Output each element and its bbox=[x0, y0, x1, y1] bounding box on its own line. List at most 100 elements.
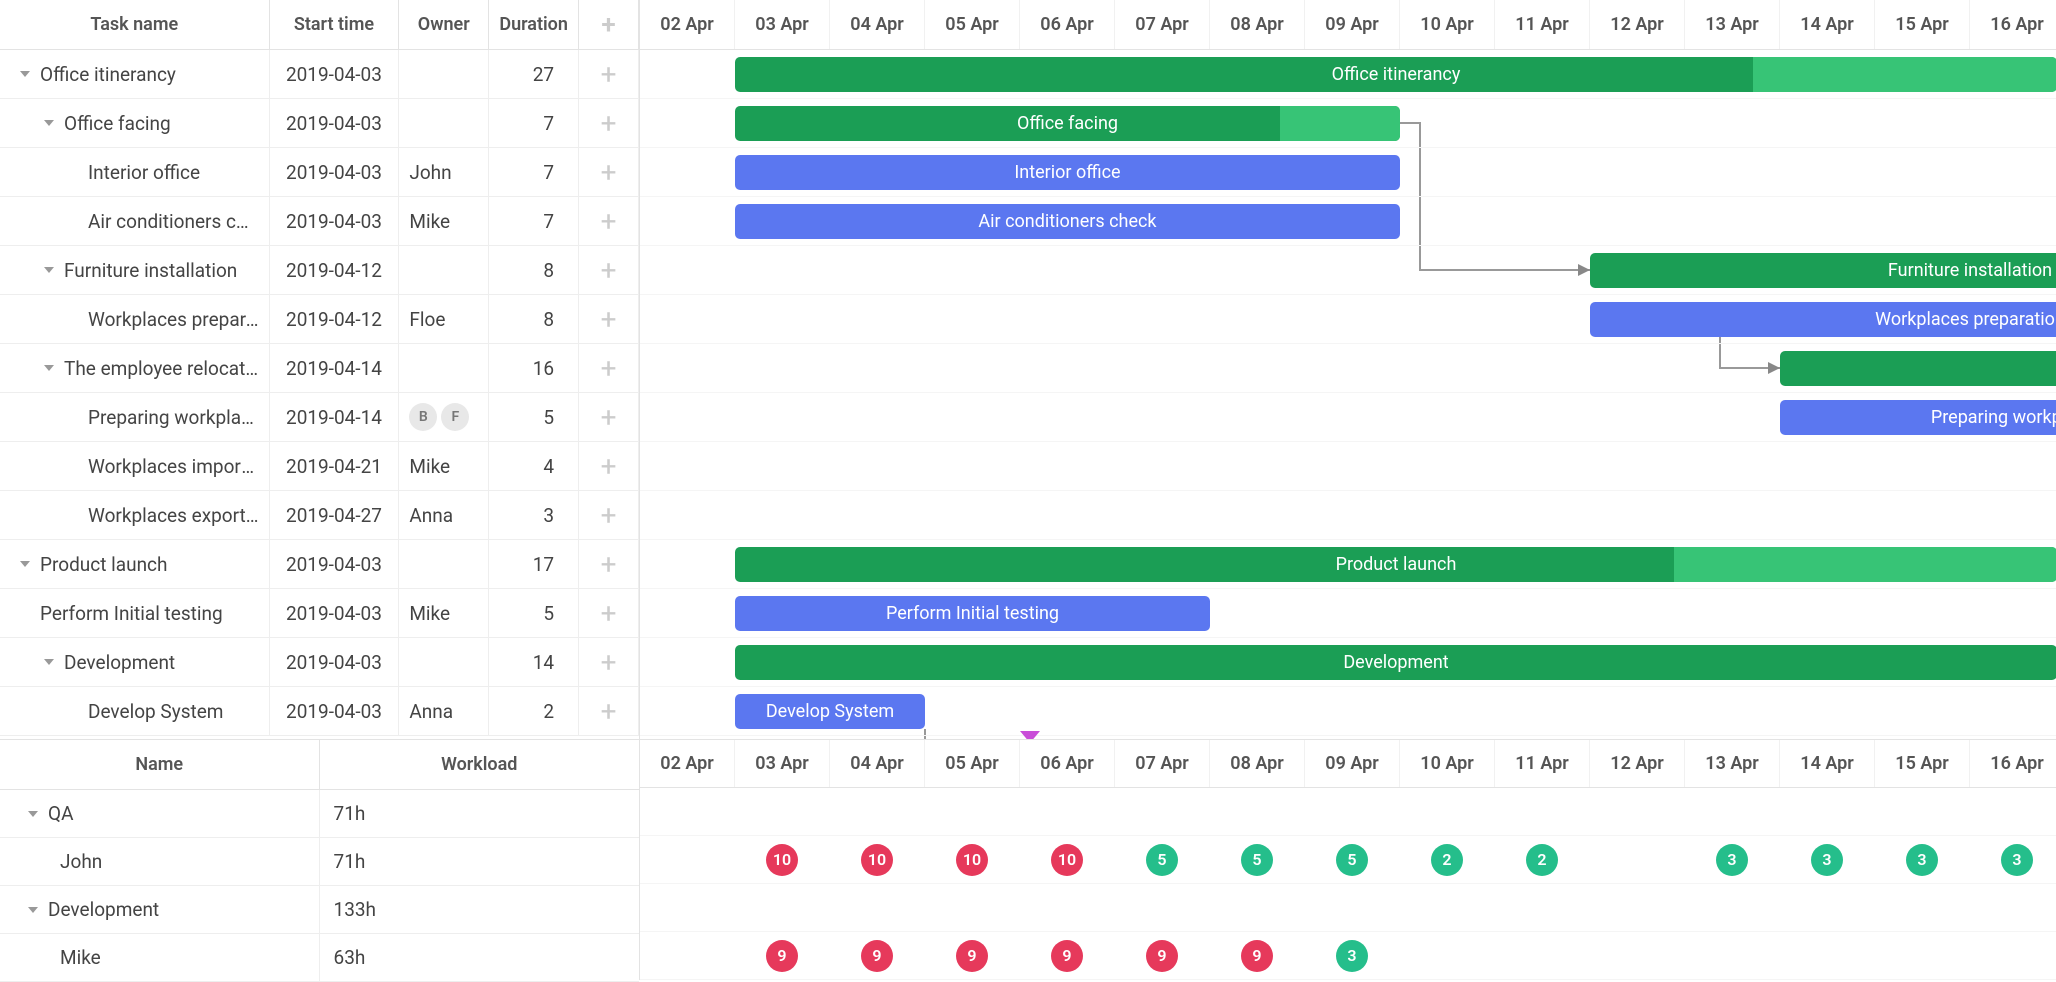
workload-cell[interactable] bbox=[735, 884, 830, 931]
workload-chip[interactable]: 10 bbox=[1051, 844, 1083, 876]
task-row[interactable]: Office facing2019-04-037+ bbox=[0, 99, 639, 148]
add-task-button[interactable]: + bbox=[579, 393, 639, 441]
workload-group-row[interactable]: Development133h bbox=[0, 886, 639, 934]
workload-cell[interactable] bbox=[1115, 788, 1210, 835]
workload-chip[interactable]: 3 bbox=[1811, 844, 1843, 876]
workload-chip[interactable]: 9 bbox=[861, 940, 893, 972]
workload-cell[interactable]: 9 bbox=[1210, 932, 1305, 979]
workload-cell[interactable] bbox=[1210, 884, 1305, 931]
workload-chip[interactable]: 3 bbox=[2001, 844, 2033, 876]
workload-chip[interactable]: 3 bbox=[1716, 844, 1748, 876]
workload-chip[interactable]: 5 bbox=[1146, 844, 1178, 876]
col-header-name[interactable]: Task name bbox=[0, 0, 270, 49]
workload-timeline[interactable]: 02 Apr03 Apr04 Apr05 Apr06 Apr07 Apr08 A… bbox=[640, 740, 2056, 980]
workload-chip[interactable]: 2 bbox=[1431, 844, 1463, 876]
workload-cell[interactable] bbox=[1590, 788, 1685, 835]
workload-chip[interactable]: 5 bbox=[1336, 844, 1368, 876]
task-bar[interactable]: Develop System bbox=[735, 694, 925, 729]
add-task-button[interactable]: + bbox=[579, 344, 639, 392]
add-task-button[interactable]: + bbox=[579, 148, 639, 196]
workload-cell[interactable] bbox=[925, 788, 1020, 835]
chevron-down-icon[interactable] bbox=[20, 561, 30, 567]
workload-cell[interactable] bbox=[830, 788, 925, 835]
workload-cell[interactable]: 5 bbox=[1210, 836, 1305, 883]
timeline-row[interactable]: Furniture installation bbox=[640, 246, 2056, 295]
workload-cell[interactable] bbox=[1400, 788, 1495, 835]
timeline-row[interactable]: Office facing bbox=[640, 99, 2056, 148]
workload-timeline-row[interactable]: 10101010555223333 bbox=[640, 836, 2056, 884]
workload-cell[interactable] bbox=[1305, 884, 1400, 931]
chevron-down-icon[interactable] bbox=[44, 659, 54, 665]
workload-timeline-row[interactable] bbox=[640, 788, 2056, 836]
group-bar[interactable]: Furniture installation bbox=[1590, 253, 2056, 288]
workload-cell[interactable]: 3 bbox=[1780, 836, 1875, 883]
workload-cell[interactable] bbox=[1780, 932, 1875, 979]
workload-timeline-row[interactable] bbox=[640, 884, 2056, 932]
workload-chip[interactable]: 9 bbox=[1146, 940, 1178, 972]
add-task-button[interactable]: + bbox=[579, 50, 639, 98]
timeline-row[interactable] bbox=[640, 344, 2056, 393]
chevron-down-icon[interactable] bbox=[44, 365, 54, 371]
workload-cell[interactable] bbox=[640, 884, 735, 931]
timeline-row[interactable] bbox=[640, 491, 2056, 540]
workload-cell[interactable] bbox=[640, 836, 735, 883]
workload-cell[interactable]: 2 bbox=[1495, 836, 1590, 883]
workload-cell[interactable] bbox=[1970, 932, 2056, 979]
group-bar[interactable]: Product launch bbox=[735, 547, 2056, 582]
workload-chip[interactable]: 10 bbox=[861, 844, 893, 876]
workload-timeline-body[interactable]: 101010105552233339999993 bbox=[640, 788, 2056, 980]
task-bar[interactable]: Preparing workplaces bbox=[1780, 400, 2056, 435]
workload-cell[interactable]: 3 bbox=[1685, 836, 1780, 883]
chevron-down-icon[interactable] bbox=[44, 120, 54, 126]
group-bar[interactable]: Office itinerancy bbox=[735, 57, 2056, 92]
workload-cell[interactable] bbox=[735, 788, 830, 835]
task-row[interactable]: Workplaces exportation2019-04-27Anna3+ bbox=[0, 491, 639, 540]
col-header-start[interactable]: Start time bbox=[270, 0, 400, 49]
group-bar[interactable] bbox=[1780, 351, 2056, 386]
add-task-button[interactable]: + bbox=[579, 540, 639, 588]
timeline-row[interactable]: Product launch bbox=[640, 540, 2056, 589]
task-row[interactable]: Preparing workplaces2019-04-14BF5+ bbox=[0, 393, 639, 442]
workload-cell[interactable]: 10 bbox=[1020, 836, 1115, 883]
task-bar[interactable]: Workplaces preparation bbox=[1590, 302, 2056, 337]
workload-person-row[interactable]: Mike63h bbox=[0, 934, 639, 982]
workload-chip[interactable]: 9 bbox=[766, 940, 798, 972]
timeline-row[interactable]: Workplaces preparation bbox=[640, 295, 2056, 344]
workload-cell[interactable] bbox=[1590, 836, 1685, 883]
workload-cell[interactable] bbox=[1590, 884, 1685, 931]
workload-cell[interactable]: 9 bbox=[1020, 932, 1115, 979]
workload-chip[interactable]: 3 bbox=[1906, 844, 1938, 876]
workload-cell[interactable] bbox=[1305, 788, 1400, 835]
timeline-row[interactable]: Office itinerancy bbox=[640, 50, 2056, 99]
workload-cell[interactable]: 9 bbox=[925, 932, 1020, 979]
task-row[interactable]: Development2019-04-0314+ bbox=[0, 638, 639, 687]
workload-chip[interactable]: 9 bbox=[1241, 940, 1273, 972]
workload-chip[interactable]: 10 bbox=[766, 844, 798, 876]
timeline-row[interactable]: Preparing workplaces bbox=[640, 393, 2056, 442]
group-bar[interactable]: Office facing bbox=[735, 106, 1400, 141]
workload-cell[interactable] bbox=[1875, 932, 1970, 979]
task-bar[interactable]: Air conditioners check bbox=[735, 204, 1400, 239]
col-header-resource-name[interactable]: Name bbox=[0, 740, 320, 789]
add-task-button[interactable]: + bbox=[579, 246, 639, 294]
task-row[interactable]: Interior office2019-04-03John7+ bbox=[0, 148, 639, 197]
task-bar[interactable]: Perform Initial testing bbox=[735, 596, 1210, 631]
workload-cell[interactable] bbox=[1115, 884, 1210, 931]
workload-cell[interactable] bbox=[1590, 932, 1685, 979]
workload-cell[interactable] bbox=[640, 932, 735, 979]
timeline-row[interactable]: Air conditioners check bbox=[640, 197, 2056, 246]
workload-cell[interactable] bbox=[1875, 788, 1970, 835]
chevron-down-icon[interactable] bbox=[28, 811, 38, 817]
workload-cell[interactable]: 5 bbox=[1305, 836, 1400, 883]
task-row[interactable]: Workplaces preparation2019-04-12Floe8+ bbox=[0, 295, 639, 344]
workload-cell[interactable] bbox=[1400, 932, 1495, 979]
task-row[interactable]: Air conditioners check2019-04-03Mike7+ bbox=[0, 197, 639, 246]
timeline-row[interactable]: Development bbox=[640, 638, 2056, 687]
workload-cell[interactable] bbox=[1685, 932, 1780, 979]
add-task-button[interactable]: + bbox=[579, 687, 639, 735]
col-header-duration[interactable]: Duration bbox=[489, 0, 579, 49]
workload-cell[interactable] bbox=[1210, 788, 1305, 835]
add-column-button[interactable]: + bbox=[579, 0, 639, 49]
task-row[interactable]: Product launch2019-04-0317+ bbox=[0, 540, 639, 589]
workload-cell[interactable]: 9 bbox=[735, 932, 830, 979]
